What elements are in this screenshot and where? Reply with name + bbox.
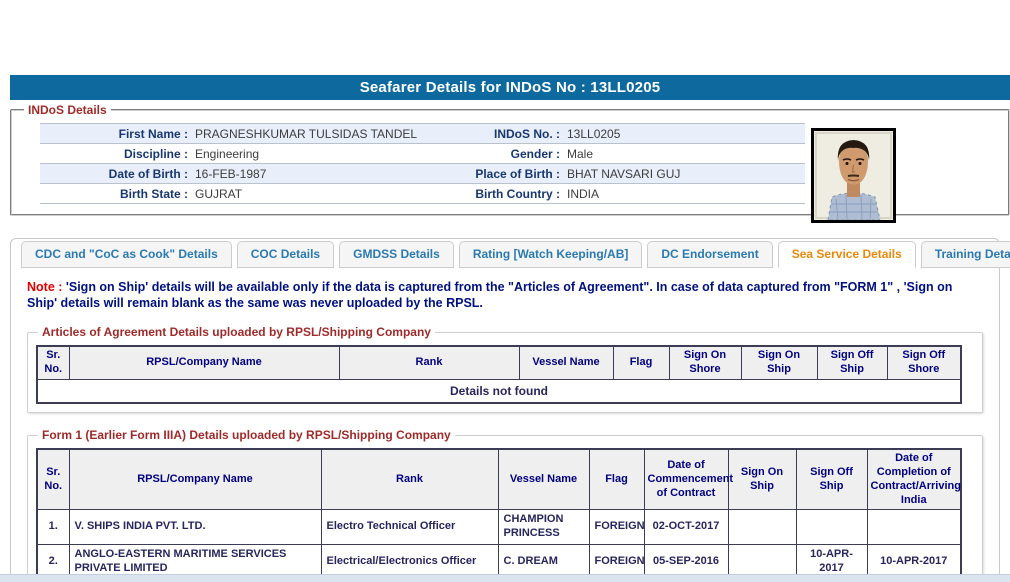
articles-of-agreement-section: Articles of Agreement Details uploaded b…	[27, 325, 983, 414]
cell-flag: FOREIGN	[588, 509, 645, 545]
cell-rank: Electro Technical Officer	[320, 509, 499, 545]
place-of-birth-value: BHAT NAVSARI GUJ	[567, 166, 681, 181]
indos-details-legend: INDoS Details	[28, 103, 107, 117]
cell-date-of-completion	[866, 509, 962, 545]
tab-bar: CDC and "CoC as Cook" Details COC Detail…	[11, 239, 1010, 268]
details-not-found-row: Details not found	[36, 378, 962, 404]
indos-no-value: 13LL0205	[567, 126, 621, 141]
discipline-label: Discipline :	[123, 146, 188, 161]
col-sign-off-ship: Sign Off Ship	[816, 345, 888, 380]
col-sign-off-shore: Sign Off Shore	[886, 345, 962, 380]
articles-header-row: Sr. No. RPSL/Company Name Rank Vessel Na…	[36, 345, 962, 380]
col-vessel-name: Vessel Name	[518, 345, 614, 380]
cell-sign-on-ship	[727, 509, 797, 545]
form1-legend: Form 1 (Earlier Form IIIA) Details uploa…	[42, 428, 451, 443]
col-sign-off-ship: Sign Off Ship	[795, 448, 868, 511]
col-flag: Flag	[588, 448, 645, 511]
details-tab-panel: CDC and "CoC as Cook" Details COC Detail…	[10, 238, 1010, 582]
discipline-value: Engineering	[195, 146, 260, 161]
form1-header-row: Sr. No. RPSL/Company Name Rank Vessel Na…	[36, 448, 962, 511]
place-of-birth-label: Place of Birth :	[475, 166, 560, 181]
birth-country-label: Birth Country :	[475, 186, 560, 201]
col-sign-on-ship: Sign On Ship	[740, 345, 818, 380]
seafarer-details-page: Seafarer Details for INDoS No : 13LL0205…	[10, 75, 1010, 582]
articles-of-agreement-legend: Articles of Agreement Details uploaded b…	[42, 325, 431, 340]
seafarer-photo	[811, 128, 896, 223]
tab-coc-details[interactable]: COC Details	[236, 241, 335, 268]
tab-dc-endorsement[interactable]: DC Endorsement	[647, 241, 773, 268]
indos-no-label: INDoS No. :	[494, 126, 560, 141]
col-rpsl-company-name: RPSL/Company Name	[68, 345, 340, 380]
tab-cdc-coc-as-cook-details[interactable]: CDC and "CoC as Cook" Details	[21, 241, 232, 268]
indos-details-grid: First Name : PRAGNESHKUMAR TULSIDAS TAND…	[40, 123, 805, 204]
indos-details-section: INDoS Details First Name : PRAGNESHKUMAR…	[10, 103, 1010, 223]
birth-state-label: Birth State :	[119, 186, 188, 201]
sea-service-tab-content: Note : 'Sign on Ship' details will be av…	[11, 268, 999, 582]
note-text: 'Sign on Ship' details will be available…	[27, 280, 953, 310]
cell-vessel-name: CHAMPION PRINCESS	[497, 509, 590, 545]
birth-state-value: GUJRAT	[195, 186, 243, 201]
col-rpsl-company-name: RPSL/Company Name	[68, 448, 322, 511]
tab-sea-service-details[interactable]: Sea Service Details	[777, 241, 916, 268]
page-bottom-strip	[0, 574, 1010, 582]
page-title: Seafarer Details for INDoS No : 13LL0205	[10, 75, 1010, 100]
detail-row-first-name: First Name : PRAGNESHKUMAR TULSIDAS TAND…	[40, 124, 805, 144]
table-row: 1. V. SHIPS INDIA PVT. LTD. Electro Tech…	[36, 509, 962, 545]
col-date-of-completion: Date of Completion of Contract/Arriving …	[866, 448, 962, 511]
cell-rpsl-company-name: V. SHIPS INDIA PVT. LTD.	[68, 509, 322, 545]
gender-value: Male	[567, 146, 594, 161]
cell-sign-off-ship	[795, 509, 868, 545]
col-date-of-commencement: Date of Commencement of Contract	[643, 448, 733, 511]
tab-gmdss-details[interactable]: GMDSS Details	[339, 241, 454, 268]
cell-date-of-commencement: 02-OCT-2017	[643, 509, 729, 545]
tab-rating-watch-keeping-ab[interactable]: Rating [Watch Keeping/AB]	[458, 241, 643, 268]
col-rank: Rank	[320, 448, 499, 511]
col-sr-no: Sr. No.	[36, 345, 70, 380]
col-sr-no: Sr. No.	[36, 448, 70, 511]
top-whitespace	[0, 0, 1010, 75]
col-rank: Rank	[338, 345, 520, 380]
date-of-birth-value: 16-FEB-1987	[195, 166, 267, 181]
details-not-found-message: Details not found	[36, 378, 962, 404]
form1-section: Form 1 (Earlier Form IIIA) Details uploa…	[27, 428, 983, 582]
birth-country-value: INDIA	[567, 186, 600, 201]
first-name-label: First Name :	[118, 126, 188, 141]
form1-table: Sr. No. RPSL/Company Name Rank Vessel Na…	[36, 448, 962, 581]
col-vessel-name: Vessel Name	[497, 448, 590, 511]
tab-training-details[interactable]: Training Details	[920, 241, 1010, 268]
detail-row-discipline: Discipline : Engineering Gender : Male	[40, 144, 805, 164]
note-label: Note :	[27, 280, 63, 294]
gender-label: Gender :	[510, 146, 560, 161]
first-name-value: PRAGNESHKUMAR TULSIDAS TANDEL	[195, 126, 418, 141]
articles-of-agreement-table: Sr. No. RPSL/Company Name Rank Vessel Na…	[36, 345, 962, 405]
detail-row-date-of-birth: Date of Birth : 16-FEB-1987 Place of Bir…	[40, 164, 805, 184]
detail-row-birth-state: Birth State : GUJRAT Birth Country : IND…	[40, 184, 805, 204]
sign-on-ship-note: Note : 'Sign on Ship' details will be av…	[27, 280, 983, 311]
cell-sr-no: 1.	[36, 509, 70, 545]
col-sign-on-ship: Sign On Ship	[727, 448, 797, 511]
seafarer-photo-image	[814, 131, 893, 220]
col-flag: Flag	[612, 345, 670, 380]
date-of-birth-label: Date of Birth :	[108, 166, 188, 181]
col-sign-on-shore: Sign On Shore	[668, 345, 742, 380]
